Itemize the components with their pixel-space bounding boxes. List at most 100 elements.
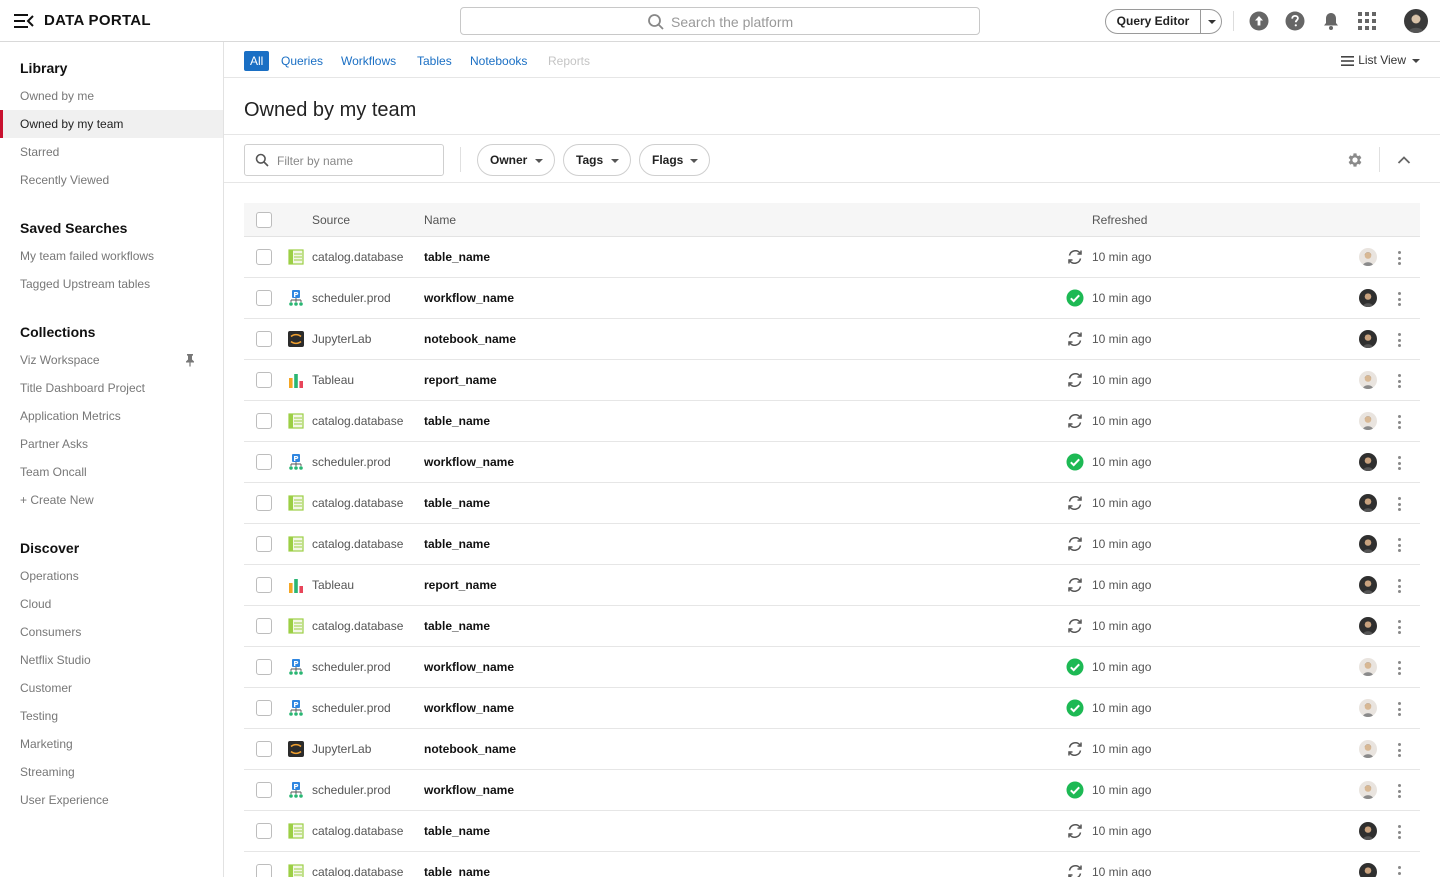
- sidebar-item-title-dashboard-project[interactable]: Title Dashboard Project: [0, 374, 223, 402]
- tab-all[interactable]: All: [244, 51, 270, 71]
- row-checkbox[interactable]: [256, 331, 272, 347]
- refresh-icon[interactable]: [1066, 617, 1084, 635]
- row-name-link[interactable]: workflow_name: [424, 660, 514, 674]
- more-vertical-icon[interactable]: [1392, 331, 1408, 349]
- table-row[interactable]: Tableau report_name 10 min ago: [244, 565, 1420, 606]
- row-name-link[interactable]: report_name: [424, 373, 497, 387]
- row-checkbox[interactable]: [256, 741, 272, 757]
- sidebar-item-viz-workspace[interactable]: Viz Workspace: [0, 346, 223, 374]
- sidebar-item-streaming[interactable]: Streaming: [0, 758, 223, 786]
- row-checkbox[interactable]: [256, 372, 272, 388]
- owner-avatar[interactable]: [1359, 863, 1377, 877]
- flags-filter-dropdown[interactable]: Flags: [639, 144, 710, 176]
- owner-avatar[interactable]: [1359, 289, 1377, 307]
- refresh-icon[interactable]: [1066, 822, 1084, 840]
- owner-avatar[interactable]: [1359, 576, 1377, 594]
- table-row[interactable]: P scheduler.prod workflow_name 10 min ag…: [244, 442, 1420, 483]
- table-row[interactable]: P scheduler.prod workflow_name 10 min ag…: [244, 770, 1420, 811]
- more-vertical-icon[interactable]: [1392, 413, 1408, 431]
- more-vertical-icon[interactable]: [1392, 700, 1408, 718]
- row-name-link[interactable]: workflow_name: [424, 783, 514, 797]
- owner-avatar[interactable]: [1359, 740, 1377, 758]
- table-row[interactable]: catalog.database table_name 10 min ago: [244, 852, 1420, 877]
- row-checkbox[interactable]: [256, 249, 272, 265]
- owner-avatar[interactable]: [1359, 453, 1377, 471]
- row-name-link[interactable]: report_name: [424, 578, 497, 592]
- sidebar-item-starred[interactable]: Starred: [0, 138, 223, 166]
- row-checkbox[interactable]: [256, 290, 272, 306]
- row-checkbox[interactable]: [256, 823, 272, 839]
- table-row[interactable]: catalog.database table_name 10 min ago: [244, 524, 1420, 565]
- row-name-link[interactable]: table_name: [424, 619, 490, 633]
- row-name-link[interactable]: table_name: [424, 865, 490, 877]
- row-name-link[interactable]: notebook_name: [424, 332, 516, 346]
- tab-tables[interactable]: Tables: [417, 51, 452, 71]
- refresh-icon[interactable]: [1066, 248, 1084, 266]
- owner-avatar[interactable]: [1359, 699, 1377, 717]
- row-name-link[interactable]: table_name: [424, 250, 490, 264]
- owner-avatar[interactable]: [1359, 494, 1377, 512]
- owner-avatar[interactable]: [1359, 330, 1377, 348]
- query-editor-dropdown-button[interactable]: [1201, 10, 1222, 33]
- refresh-icon[interactable]: [1066, 330, 1084, 348]
- table-row[interactable]: JupyterLab notebook_name 10 min ago: [244, 729, 1420, 770]
- more-vertical-icon[interactable]: [1392, 495, 1408, 513]
- sidebar-item-netflix-studio[interactable]: Netflix Studio: [0, 646, 223, 674]
- sidebar-item-testing[interactable]: Testing: [0, 702, 223, 730]
- owner-avatar[interactable]: [1359, 617, 1377, 635]
- refresh-icon[interactable]: [1066, 576, 1084, 594]
- more-vertical-icon[interactable]: [1392, 823, 1408, 841]
- table-row[interactable]: catalog.database table_name 10 min ago: [244, 237, 1420, 278]
- more-vertical-icon[interactable]: [1392, 659, 1408, 677]
- sidebar-item-tagged-upstream-tables[interactable]: Tagged Upstream tables: [0, 270, 223, 298]
- chevron-up-icon[interactable]: [1396, 152, 1412, 168]
- sidebar-item-my-team-failed-workflows[interactable]: My team failed workflows: [0, 242, 223, 270]
- sidebar-item-marketing[interactable]: Marketing: [0, 730, 223, 758]
- row-name-link[interactable]: table_name: [424, 414, 490, 428]
- sidebar-item-operations[interactable]: Operations: [0, 562, 223, 590]
- query-editor-button[interactable]: Query Editor: [1106, 10, 1200, 33]
- help-icon[interactable]: [1285, 11, 1305, 31]
- refresh-icon[interactable]: [1066, 535, 1084, 553]
- row-name-link[interactable]: notebook_name: [424, 742, 516, 756]
- tags-filter-dropdown[interactable]: Tags: [563, 144, 631, 176]
- more-vertical-icon[interactable]: [1392, 536, 1408, 554]
- tab-queries[interactable]: Queries: [281, 51, 323, 71]
- menu-collapse-icon[interactable]: [14, 14, 34, 28]
- row-checkbox[interactable]: [256, 659, 272, 675]
- row-checkbox[interactable]: [256, 454, 272, 470]
- sidebar-item-application-metrics[interactable]: Application Metrics: [0, 402, 223, 430]
- row-checkbox[interactable]: [256, 536, 272, 552]
- list-view-selector[interactable]: List View: [1341, 53, 1420, 67]
- more-vertical-icon[interactable]: [1392, 454, 1408, 472]
- row-checkbox[interactable]: [256, 577, 272, 593]
- apps-grid-icon[interactable]: [1357, 11, 1377, 31]
- more-vertical-icon[interactable]: [1392, 372, 1408, 390]
- owner-avatar[interactable]: [1359, 781, 1377, 799]
- row-checkbox[interactable]: [256, 413, 272, 429]
- more-vertical-icon[interactable]: [1392, 249, 1408, 267]
- row-checkbox[interactable]: [256, 495, 272, 511]
- table-row[interactable]: catalog.database table_name 10 min ago: [244, 401, 1420, 442]
- global-search[interactable]: [460, 7, 980, 35]
- refresh-icon[interactable]: [1066, 740, 1084, 758]
- create-new-collection-link[interactable]: + Create New: [0, 486, 223, 514]
- sidebar-item-consumers[interactable]: Consumers: [0, 618, 223, 646]
- row-name-link[interactable]: workflow_name: [424, 291, 514, 305]
- owner-avatar[interactable]: [1359, 371, 1377, 389]
- name-filter[interactable]: [244, 144, 444, 176]
- table-row[interactable]: P scheduler.prod workflow_name 10 min ag…: [244, 278, 1420, 319]
- select-all-checkbox[interactable]: [256, 212, 272, 228]
- more-vertical-icon[interactable]: [1392, 864, 1408, 877]
- row-checkbox[interactable]: [256, 700, 272, 716]
- table-row[interactable]: JupyterLab notebook_name 10 min ago: [244, 319, 1420, 360]
- sidebar-item-customer[interactable]: Customer: [0, 674, 223, 702]
- more-vertical-icon[interactable]: [1392, 290, 1408, 308]
- owner-avatar[interactable]: [1359, 658, 1377, 676]
- name-filter-input[interactable]: [277, 152, 437, 170]
- refresh-icon[interactable]: [1066, 494, 1084, 512]
- pin-icon[interactable]: [183, 353, 197, 367]
- row-checkbox[interactable]: [256, 782, 272, 798]
- row-name-link[interactable]: workflow_name: [424, 701, 514, 715]
- row-name-link[interactable]: table_name: [424, 496, 490, 510]
